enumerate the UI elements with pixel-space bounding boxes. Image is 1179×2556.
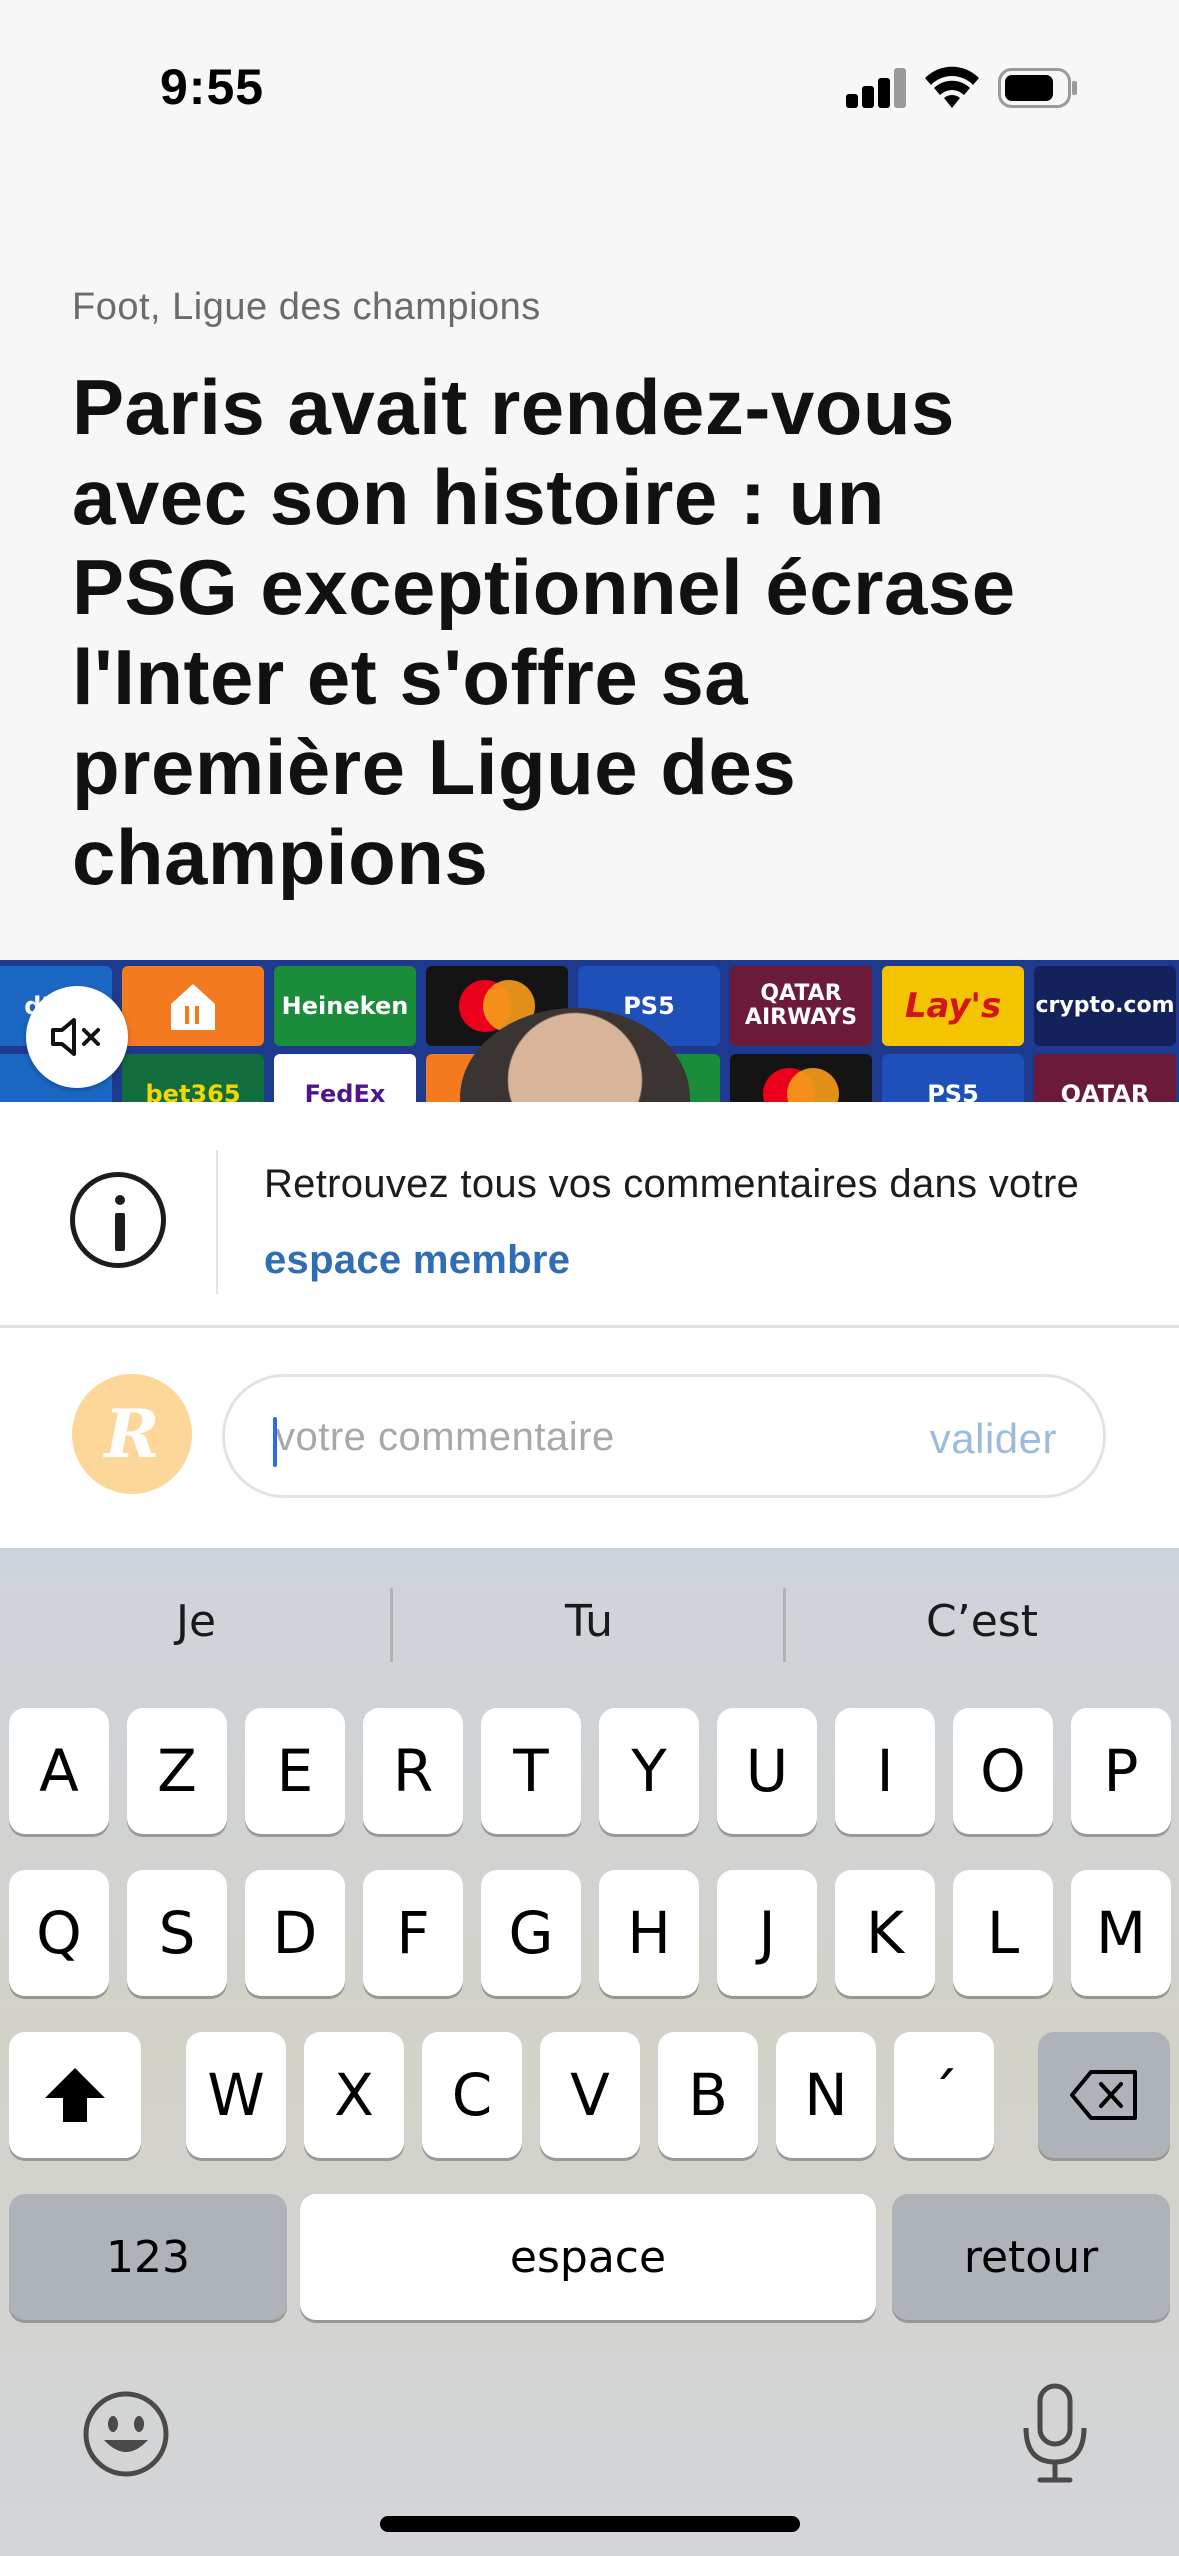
headline-line: première Ligue des <box>72 723 797 811</box>
sponsor-logo <box>730 1054 872 1102</box>
key[interactable]: U <box>717 1708 817 1834</box>
sponsor-logo: QATAR AIRWAYS <box>730 966 872 1046</box>
sponsor-logo: bet365 <box>122 1054 264 1102</box>
comment-composer: R votre commentaire valider <box>0 1328 1179 1548</box>
key[interactable]: L <box>953 1870 1053 1996</box>
battery-icon <box>998 68 1077 108</box>
key[interactable]: D <box>245 1870 345 1996</box>
suggestion[interactable]: Tu <box>393 1596 785 1647</box>
cellular-signal-icon <box>846 68 908 108</box>
key[interactable]: V <box>540 2032 640 2158</box>
mute-button[interactable] <box>26 986 128 1088</box>
avatar: R <box>72 1374 192 1494</box>
key[interactable]: A <box>9 1708 109 1834</box>
backspace-key[interactable] <box>1038 2032 1170 2158</box>
key[interactable]: C <box>422 2032 522 2158</box>
space-key[interactable]: espace <box>300 2194 876 2320</box>
comment-placeholder: votre commentaire <box>275 1415 615 1459</box>
sponsor-logo: crypto.com <box>1034 966 1176 1046</box>
key[interactable]: P <box>1071 1708 1171 1834</box>
sponsor-logo: Lay's <box>882 966 1024 1046</box>
info-message-text: Retrouvez tous vos commentaires dans vot… <box>264 1162 1080 1206</box>
key[interactable]: E <box>245 1708 345 1834</box>
key[interactable]: S <box>127 1870 227 1996</box>
key[interactable]: K <box>835 1870 935 1996</box>
headline-line: PSG exceptionnel écrase <box>72 543 1016 631</box>
suggestion[interactable]: C’est <box>786 1596 1178 1647</box>
text-caret <box>273 1417 277 1467</box>
sponsor-logo: FedEx <box>274 1054 416 1102</box>
status-time: 9:55 <box>160 59 265 115</box>
headline-line: Paris avait rendez-vous <box>72 363 955 451</box>
sponsor-logo: QATAR <box>1034 1054 1176 1102</box>
key[interactable]: J <box>717 1870 817 1996</box>
key[interactable]: X <box>304 2032 404 2158</box>
avatar-letter: R <box>104 1395 160 1473</box>
key[interactable]: B <box>658 2032 758 2158</box>
delivery-house-icon <box>171 984 215 1030</box>
member-info-panel: Retrouvez tous vos commentaires dans vot… <box>0 1102 1179 1328</box>
shift-key[interactable] <box>9 2032 141 2158</box>
suggestion[interactable]: Je <box>0 1596 392 1647</box>
key[interactable]: R <box>363 1708 463 1834</box>
headline-line: l'Inter et s'offre sa <box>72 633 749 721</box>
key[interactable]: O <box>953 1708 1053 1834</box>
key[interactable]: N <box>776 2032 876 2158</box>
predictive-bar: Je Tu C’est <box>0 1548 1179 1708</box>
submit-comment-button[interactable]: valider <box>930 1415 1057 1463</box>
key[interactable]: I <box>835 1708 935 1834</box>
info-icon <box>70 1172 166 1268</box>
home-indicator <box>380 2516 800 2532</box>
key[interactable]: ´ <box>894 2032 994 2158</box>
shift-arrow-icon <box>45 2068 105 2122</box>
key[interactable]: M <box>1071 1870 1171 1996</box>
video-player[interactable]: dF Heineken PS5 QATAR AIRWAYS Lay's cryp… <box>0 960 1179 1102</box>
keyboard: Je Tu C’est A Z E R T Y U I O P Q S D F … <box>0 1548 1179 2556</box>
key[interactable]: F <box>363 1870 463 1996</box>
divider <box>216 1150 218 1294</box>
key[interactable]: Z <box>127 1708 227 1834</box>
numbers-key[interactable]: 123 <box>9 2194 287 2320</box>
microphone-icon[interactable] <box>1010 2382 1100 2486</box>
headline-line: champions <box>72 813 489 901</box>
emoji-icon[interactable] <box>82 2390 170 2478</box>
mastercard-logo <box>763 1068 839 1102</box>
speaker-muted-icon <box>51 1018 100 1056</box>
backspace-icon <box>1070 2070 1137 2120</box>
comment-input[interactable]: votre commentaire valider <box>222 1374 1106 1498</box>
info-message: Retrouvez tous vos commentaires dans vot… <box>264 1146 1144 1298</box>
key[interactable]: G <box>481 1870 581 1996</box>
article-category[interactable]: Foot, Ligue des champions <box>72 286 541 329</box>
key[interactable]: Q <box>9 1870 109 1996</box>
sponsor-logo <box>122 966 264 1046</box>
status-bar: 9:55 <box>0 0 1179 180</box>
headline-line: avec son histoire : un <box>72 453 885 541</box>
sponsor-logo: PS5 <box>882 1054 1024 1102</box>
key[interactable]: Y <box>599 1708 699 1834</box>
wifi-icon <box>925 66 979 108</box>
member-space-link[interactable]: espace membre <box>264 1238 570 1282</box>
sponsor-logo: Heineken <box>274 966 416 1046</box>
key[interactable]: H <box>599 1870 699 1996</box>
key[interactable]: W <box>186 2032 286 2158</box>
article-headline: Paris avait rendez-vous avec son histoir… <box>72 362 1132 902</box>
return-key[interactable]: retour <box>892 2194 1170 2320</box>
key[interactable]: T <box>481 1708 581 1834</box>
